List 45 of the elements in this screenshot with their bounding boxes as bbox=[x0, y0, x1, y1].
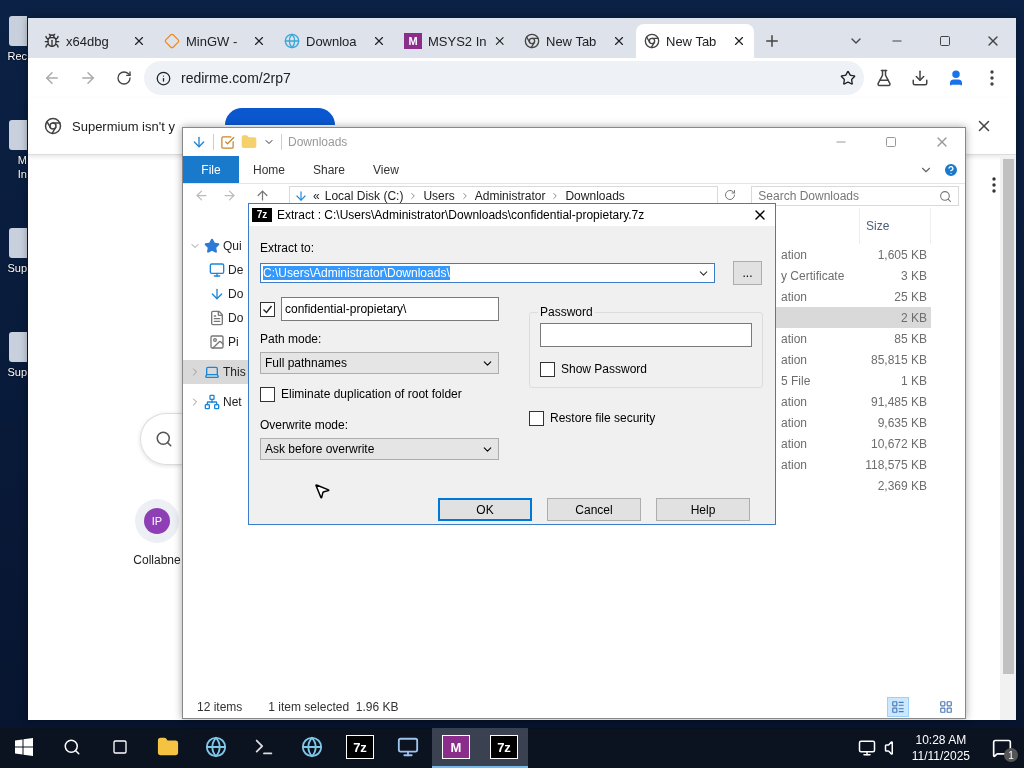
table-cell-text: 2 KB bbox=[900, 309, 928, 327]
table-cell-text: 10,672 KB bbox=[869, 435, 928, 453]
table-cell-text: 1 KB bbox=[900, 372, 928, 390]
table-cell-text: ation bbox=[780, 246, 809, 264]
desktop-icon-label: Sup bbox=[7, 365, 27, 379]
table-cell-text: 5 File bbox=[780, 372, 812, 390]
table-cell-text: 3 KB bbox=[900, 267, 928, 285]
table-cell-text: 25 KB bbox=[893, 288, 928, 306]
status-text: 12 items bbox=[197, 700, 243, 714]
logo-icon: M bbox=[442, 735, 470, 759]
field-label: Extract to: bbox=[260, 240, 316, 256]
logo-icon: 7z bbox=[346, 735, 374, 759]
table-cell-text: 2,369 KB bbox=[876, 477, 928, 495]
table-cell-text: ation bbox=[780, 288, 809, 306]
dialog-title: Extract : C:\Users\Administrator\Downloads\confidential-propietary.7z bbox=[277, 208, 646, 222]
checkbox-label: Eliminate duplication of root folder bbox=[281, 386, 462, 402]
table-cell-text: 118,575 KB bbox=[864, 456, 928, 474]
banner-text: Supermium isn't y bbox=[72, 118, 175, 134]
table-cell-text: ation bbox=[780, 456, 809, 474]
checkbox-label: Restore file security bbox=[550, 410, 656, 426]
table-cell-text: 1,605 KB bbox=[876, 246, 928, 264]
table-cell-text: ation bbox=[780, 393, 809, 411]
table-cell-text: ation bbox=[780, 351, 809, 369]
status-text: 1 item selected 1.96 KB bbox=[268, 700, 399, 714]
table-cell-text: ation bbox=[780, 435, 809, 453]
table-cell-text: ation bbox=[780, 330, 809, 348]
logo-icon: 7z bbox=[490, 735, 518, 759]
logo-icon: M bbox=[404, 33, 422, 49]
table-cell-text: 91,485 KB bbox=[869, 393, 928, 411]
window-title: Downloads bbox=[288, 135, 348, 149]
avatar-initials: IP bbox=[144, 508, 170, 534]
table-cell-text: y Certificate bbox=[780, 267, 846, 285]
table-cell-text: 85 KB bbox=[893, 330, 928, 348]
table-cell-text: 85,815 KB bbox=[869, 351, 928, 369]
desktop-icon-label: M bbox=[17, 153, 27, 167]
field-label: Overwrite mode: bbox=[260, 417, 350, 433]
table-cell-text: ation bbox=[780, 414, 809, 432]
table-cell-text: 9,635 KB bbox=[876, 414, 928, 432]
desktop-icon-label: In bbox=[17, 167, 27, 181]
group-label: Password bbox=[539, 305, 594, 319]
field-label: Path mode: bbox=[260, 331, 323, 347]
checkbox-label: Show Password bbox=[561, 361, 648, 377]
logo-icon: 7z bbox=[252, 208, 272, 222]
desktop-icon-label: Rec bbox=[7, 49, 27, 63]
desktop-icon-label: Sup bbox=[7, 261, 27, 275]
